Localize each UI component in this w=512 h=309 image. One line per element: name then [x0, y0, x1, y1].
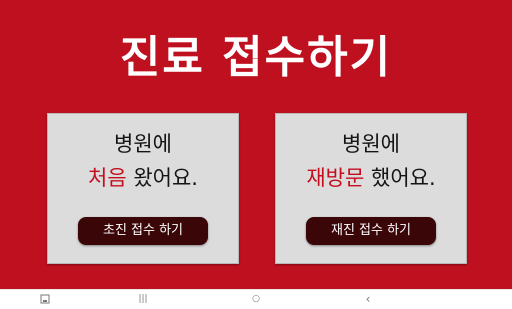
first-visit-register-button[interactable]: 초진 접수 하기 [78, 217, 208, 245]
revisit-register-button[interactable]: 재진 접수 하기 [306, 217, 436, 245]
highlight-text: 처음 [88, 166, 127, 190]
highlight-text: 재방문 [306, 166, 365, 190]
first-visit-card: 병원에 처음 왔어요. 초진 접수 하기 [47, 113, 239, 264]
card-line2: 처음 왔어요. [48, 164, 238, 192]
card-line2-rest: 했어요. [364, 166, 436, 190]
home-icon[interactable]: ○ [244, 292, 268, 306]
page-title: 진료 접수하기 [119, 32, 393, 83]
revisit-card: 병원에 재방문 했어요. 재진 접수 하기 [275, 113, 467, 264]
recents-icon[interactable]: ||| [131, 292, 155, 306]
system-navigation-bar: ||| ○ ‹ [0, 289, 512, 308]
screenshot-icon[interactable] [33, 292, 57, 306]
card-line2-rest: 왔어요. [126, 166, 198, 190]
card-line2: 재방문 했어요. [276, 164, 466, 192]
back-icon[interactable]: ‹ [356, 292, 380, 306]
card-line1: 병원에 [114, 132, 172, 156]
card-line1: 병원에 [342, 132, 400, 156]
app-screen: 진료 접수하기 병원에 처음 왔어요. 초진 접수 하기 병원에 재방문 했어요… [0, 0, 512, 289]
